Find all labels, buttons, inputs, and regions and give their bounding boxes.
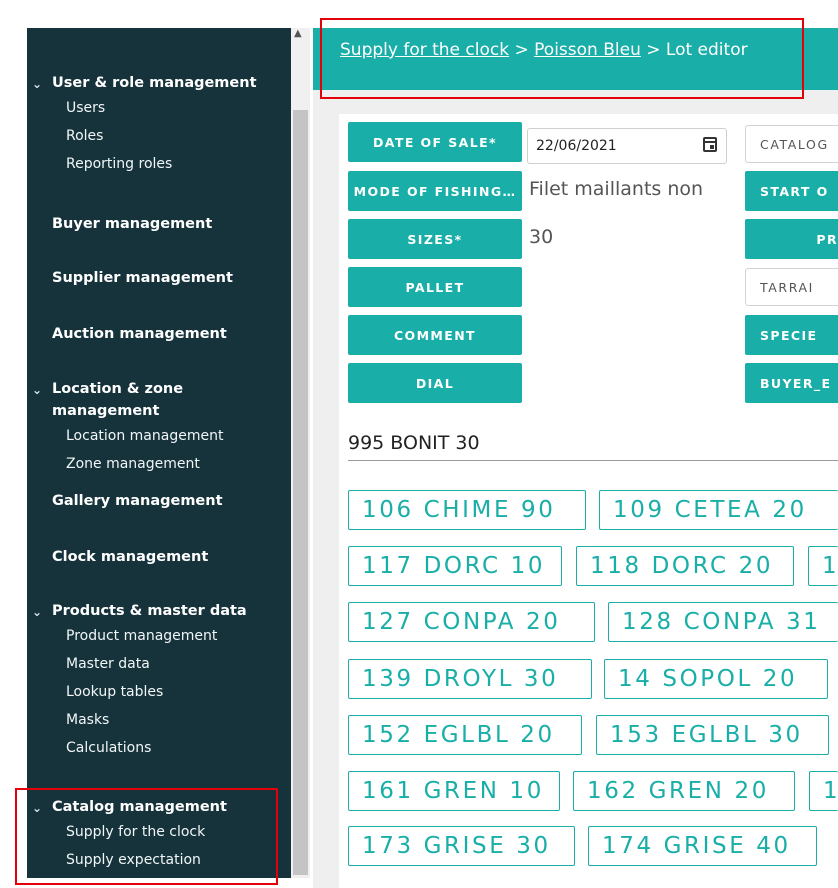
- breadcrumb: Supply for the clock > Poisson Bleu > Lo…: [340, 40, 748, 60]
- chevron-down-icon[interactable]: ⌄: [32, 379, 42, 401]
- nav-group-title[interactable]: Buyer management: [27, 213, 291, 235]
- nav-group-catalog: ⌄ Catalog management Supply for the clock…: [27, 796, 291, 874]
- sidebar-item-supply-expectation[interactable]: Supply expectation: [27, 846, 291, 874]
- lot-chip[interactable]: 161 GREN 10: [348, 771, 560, 811]
- sidebar-item-calculations[interactable]: Calculations: [27, 734, 291, 762]
- lot-chip[interactable]: 173 GRISE 30: [348, 826, 575, 866]
- lot-chip[interactable]: 117 DORC 10: [348, 546, 562, 586]
- lot-chip[interactable]: 1: [808, 546, 838, 586]
- breadcrumb-separator: >: [646, 40, 661, 60]
- date-of-sale-input[interactable]: 22/06/2021: [527, 128, 727, 164]
- nav-group-title[interactable]: Supplier management: [27, 267, 291, 289]
- sidebar-scrollbar[interactable]: ▲: [291, 28, 310, 878]
- chevron-down-icon[interactable]: ⌄: [32, 797, 42, 819]
- mode-of-fishing-button[interactable]: MODE OF FISHING…: [348, 171, 522, 211]
- lot-chip[interactable]: 118 DORC 20: [576, 546, 794, 586]
- lot-chip[interactable]: 152 EGLBL 20: [348, 715, 582, 755]
- lot-chip[interactable]: 106 CHIME 90: [348, 490, 586, 530]
- nav-group-title[interactable]: ⌄ Location & zone management: [27, 378, 291, 422]
- breadcrumb-separator: >: [514, 40, 529, 60]
- calendar-icon[interactable]: [703, 137, 717, 152]
- breadcrumb-link-poisson-bleu[interactable]: Poisson Bleu: [534, 40, 641, 60]
- sidebar-item-product-management[interactable]: Product management: [27, 622, 291, 650]
- chevron-down-icon[interactable]: ⌄: [32, 73, 42, 95]
- pr-button[interactable]: PR: [745, 219, 838, 259]
- main-content: DATE OF SALE* MODE OF FISHING… SIZES* PA…: [313, 90, 838, 888]
- nav-group-buyer: Buyer management: [27, 213, 291, 235]
- lot-chip[interactable]: 153 EGLBL 30: [596, 715, 829, 755]
- chevron-down-icon[interactable]: ⌄: [32, 601, 42, 623]
- lot-chip[interactable]: 139 DROYL 30: [348, 659, 592, 699]
- sidebar-item-supply-for-the-clock[interactable]: Supply for the clock: [27, 818, 291, 846]
- breadcrumb-current: Lot editor: [665, 40, 748, 60]
- start-button[interactable]: START O: [745, 171, 838, 211]
- lot-chip[interactable]: 174 GRISE 40: [588, 826, 817, 866]
- nav-group-user-role: ⌄ User & role management Users Roles Repo…: [27, 72, 291, 178]
- nav-group-supplier: Supplier management: [27, 267, 291, 289]
- scroll-up-arrow-icon[interactable]: ▲: [294, 28, 302, 39]
- pallet-button[interactable]: PALLET: [348, 267, 522, 307]
- nav-group-title[interactable]: ⌄ Products & master data: [27, 600, 291, 622]
- sidebar-item-zone-management[interactable]: Zone management: [27, 450, 291, 478]
- breadcrumb-bar: Supply for the clock > Poisson Bleu > Lo…: [313, 28, 838, 90]
- nav-group-gallery: Gallery management: [27, 490, 291, 512]
- nav-group-title[interactable]: Auction management: [27, 323, 291, 345]
- lot-chip[interactable]: 162 GREN 20: [573, 771, 795, 811]
- sidebar-nav: ⌄ User & role management Users Roles Repo…: [27, 28, 291, 878]
- nav-group-location-zone: ⌄ Location & zone management Location man…: [27, 378, 291, 478]
- lot-chip[interactable]: 127 CONPA 20: [348, 602, 595, 642]
- nav-group-auction: Auction management: [27, 323, 291, 345]
- sidebar-item-lookup-tables[interactable]: Lookup tables: [27, 678, 291, 706]
- nav-group-clock: Clock management: [27, 546, 291, 568]
- tarrai-field[interactable]: TARRAI: [745, 268, 838, 306]
- nav-group-title[interactable]: ⌄ Catalog management: [27, 796, 291, 818]
- nav-group-title[interactable]: Clock management: [27, 546, 291, 568]
- sidebar-item-master-data[interactable]: Master data: [27, 650, 291, 678]
- catalog-field[interactable]: CATALOG: [745, 125, 838, 163]
- lot-chip[interactable]: 1: [809, 771, 838, 811]
- lot-chip[interactable]: 128 CONPA 31: [608, 602, 838, 642]
- scrollbar-thumb[interactable]: [293, 110, 308, 875]
- sidebar-item-reporting-roles[interactable]: Reporting roles: [27, 150, 291, 178]
- breadcrumb-link-supply-for-the-clock[interactable]: Supply for the clock: [340, 40, 509, 60]
- nav-group-title[interactable]: ⌄ User & role management: [27, 72, 291, 94]
- sizes-button[interactable]: SIZES*: [348, 219, 522, 259]
- sidebar-item-roles[interactable]: Roles: [27, 122, 291, 150]
- sizes-value: 30: [529, 226, 554, 248]
- comment-button[interactable]: COMMENT: [348, 315, 522, 355]
- dial-button[interactable]: DIAL: [348, 363, 522, 403]
- lot-chip[interactable]: 109 CETEA 20: [599, 490, 838, 530]
- buyer-button[interactable]: BUYER_E: [745, 363, 838, 403]
- nav-group-products-master-data: ⌄ Products & master data Product manageme…: [27, 600, 291, 762]
- date-of-sale-button[interactable]: DATE OF SALE*: [348, 122, 522, 162]
- sidebar-item-users[interactable]: Users: [27, 94, 291, 122]
- lot-editor-card: DATE OF SALE* MODE OF FISHING… SIZES* PA…: [339, 114, 838, 888]
- mode-of-fishing-value: Filet maillants non: [529, 178, 704, 200]
- date-value: 22/06/2021: [536, 138, 617, 154]
- lot-name-field[interactable]: 995 BONIT 30: [348, 432, 838, 461]
- sidebar-item-masks[interactable]: Masks: [27, 706, 291, 734]
- nav-group-title[interactable]: Gallery management: [27, 490, 291, 512]
- lot-chip[interactable]: 14 SOPOL 20: [604, 659, 828, 699]
- sidebar-item-location-management[interactable]: Location management: [27, 422, 291, 450]
- specie-button[interactable]: SPECIE: [745, 315, 838, 355]
